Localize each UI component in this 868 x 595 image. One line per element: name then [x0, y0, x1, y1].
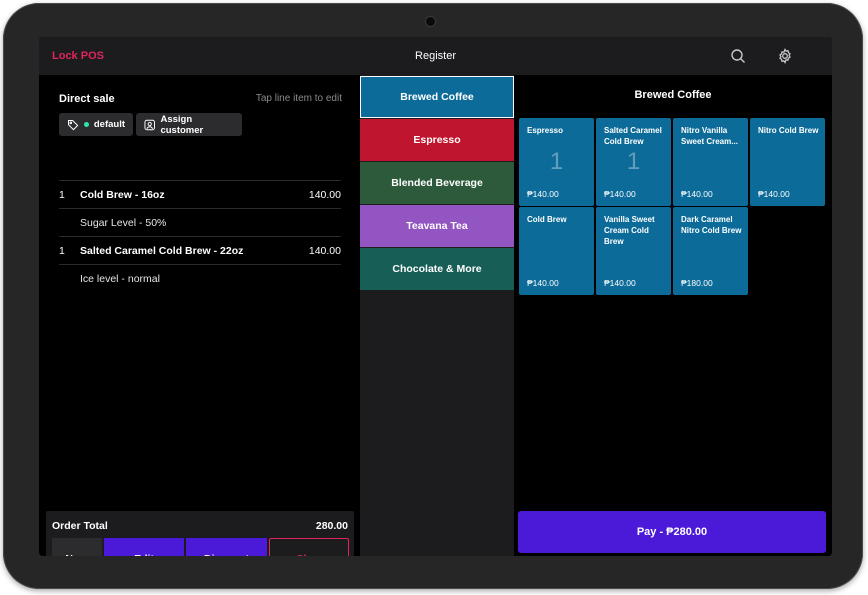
- tablet-frame: Lock POS Register Direct sale Tap line i…: [3, 3, 863, 589]
- order-hint: Tap line item to edit: [255, 93, 342, 104]
- product-name: Salted Caramel Cold Brew: [604, 126, 662, 146]
- camera: [426, 17, 435, 26]
- product-name: Cold Brew: [527, 215, 567, 224]
- product-name: Dark Caramel Nitro Cold Brew: [681, 215, 742, 235]
- order-panel: Direct sale Tap line item to edit defaul…: [39, 75, 357, 556]
- pay-button[interactable]: Pay - ₱280.00: [518, 511, 826, 553]
- product-name: Vanilla Sweet Cream Cold Brew: [604, 215, 655, 246]
- product-qty: 1: [549, 148, 564, 175]
- tag-icon: [67, 119, 79, 130]
- line-item[interactable]: 1 Cold Brew - 16oz 140.00: [59, 180, 341, 208]
- product-tile[interactable]: Cold Brew ₱140.00: [519, 207, 594, 295]
- order-title: Direct sale: [59, 93, 115, 105]
- status-dot: [83, 122, 89, 127]
- category-espresso[interactable]: Espresso: [360, 119, 514, 161]
- assign-customer-button[interactable]: Assign customer: [136, 113, 242, 136]
- screen: Lock POS Register Direct sale Tap line i…: [39, 37, 832, 556]
- order-total-value: 280.00: [315, 520, 348, 532]
- line-name: Cold Brew - 16oz: [80, 189, 165, 201]
- product-tile[interactable]: Espresso 1 ₱140.00: [519, 118, 594, 206]
- product-name: Nitro Vanilla Sweet Cream...: [681, 126, 738, 146]
- product-name: Nitro Cold Brew: [758, 126, 819, 135]
- line-qty: 1: [59, 245, 65, 257]
- search-icon: [731, 49, 745, 63]
- product-tile[interactable]: Nitro Vanilla Sweet Cream... ₱140.00: [673, 118, 748, 206]
- price-list-chip[interactable]: default: [59, 113, 133, 136]
- modifier-text: Sugar Level - 50%: [80, 217, 167, 229]
- line-modifier[interactable]: Sugar Level - 50%: [59, 208, 341, 236]
- line-price: 140.00: [308, 189, 341, 201]
- line-qty: 1: [59, 189, 65, 201]
- category-panel: Brewed Coffee Espresso Blended Beverage …: [360, 75, 514, 556]
- product-category-title: Brewed Coffee: [634, 89, 712, 101]
- clear-button[interactable]: Clear: [269, 538, 349, 556]
- product-panel: Brewed Coffee Espresso 1 ₱140.00 Salted …: [514, 75, 832, 556]
- product-tile[interactable]: Nitro Cold Brew ₱140.00: [750, 118, 825, 206]
- order-totals: Order Total 280.00 Num Edit Discount Cle…: [46, 511, 354, 556]
- product-tile[interactable]: Salted Caramel Cold Brew 1 ₱140.00: [596, 118, 671, 206]
- category-blended-beverage[interactable]: Blended Beverage: [360, 162, 514, 204]
- price-list-label: default: [93, 119, 125, 130]
- page-title: Register: [415, 50, 456, 62]
- settings-button[interactable]: [775, 46, 795, 66]
- category-teavana-tea[interactable]: Teavana Tea: [360, 205, 514, 247]
- line-modifier[interactable]: Ice level - normal: [59, 264, 341, 292]
- category-chocolate-more[interactable]: Chocolate & More: [360, 248, 514, 290]
- product-price: ₱140.00: [604, 189, 636, 199]
- product-name: Espresso: [527, 126, 564, 135]
- assign-customer-label: Assign customer: [160, 113, 204, 136]
- product-tile[interactable]: Vanilla Sweet Cream Cold Brew ₱140.00: [596, 207, 671, 295]
- line-item[interactable]: 1 Salted Caramel Cold Brew - 22oz 140.00: [59, 236, 341, 264]
- product-price: ₱140.00: [527, 189, 559, 199]
- num-button[interactable]: Num: [52, 538, 102, 556]
- edit-button[interactable]: Edit: [104, 538, 184, 556]
- line-price: 140.00: [308, 245, 341, 257]
- search-button[interactable]: [728, 46, 748, 66]
- product-price: ₱180.00: [681, 278, 713, 288]
- gear-icon: [779, 48, 791, 64]
- product-price: ₱140.00: [527, 278, 559, 288]
- product-price: ₱140.00: [604, 278, 636, 288]
- order-total-label: Order Total: [52, 520, 108, 532]
- modifier-text: Ice level - normal: [80, 273, 160, 285]
- product-tile[interactable]: Dark Caramel Nitro Cold Brew ₱180.00: [673, 207, 748, 295]
- product-price: ₱140.00: [681, 189, 713, 199]
- product-qty: 1: [626, 148, 641, 175]
- category-brewed-coffee[interactable]: Brewed Coffee: [360, 76, 514, 118]
- discount-button[interactable]: Discount: [186, 538, 267, 556]
- product-price: ₱140.00: [758, 189, 790, 199]
- line-name: Salted Caramel Cold Brew - 22oz: [80, 245, 244, 257]
- top-bar: Lock POS Register: [39, 37, 832, 75]
- user-icon: [144, 119, 155, 130]
